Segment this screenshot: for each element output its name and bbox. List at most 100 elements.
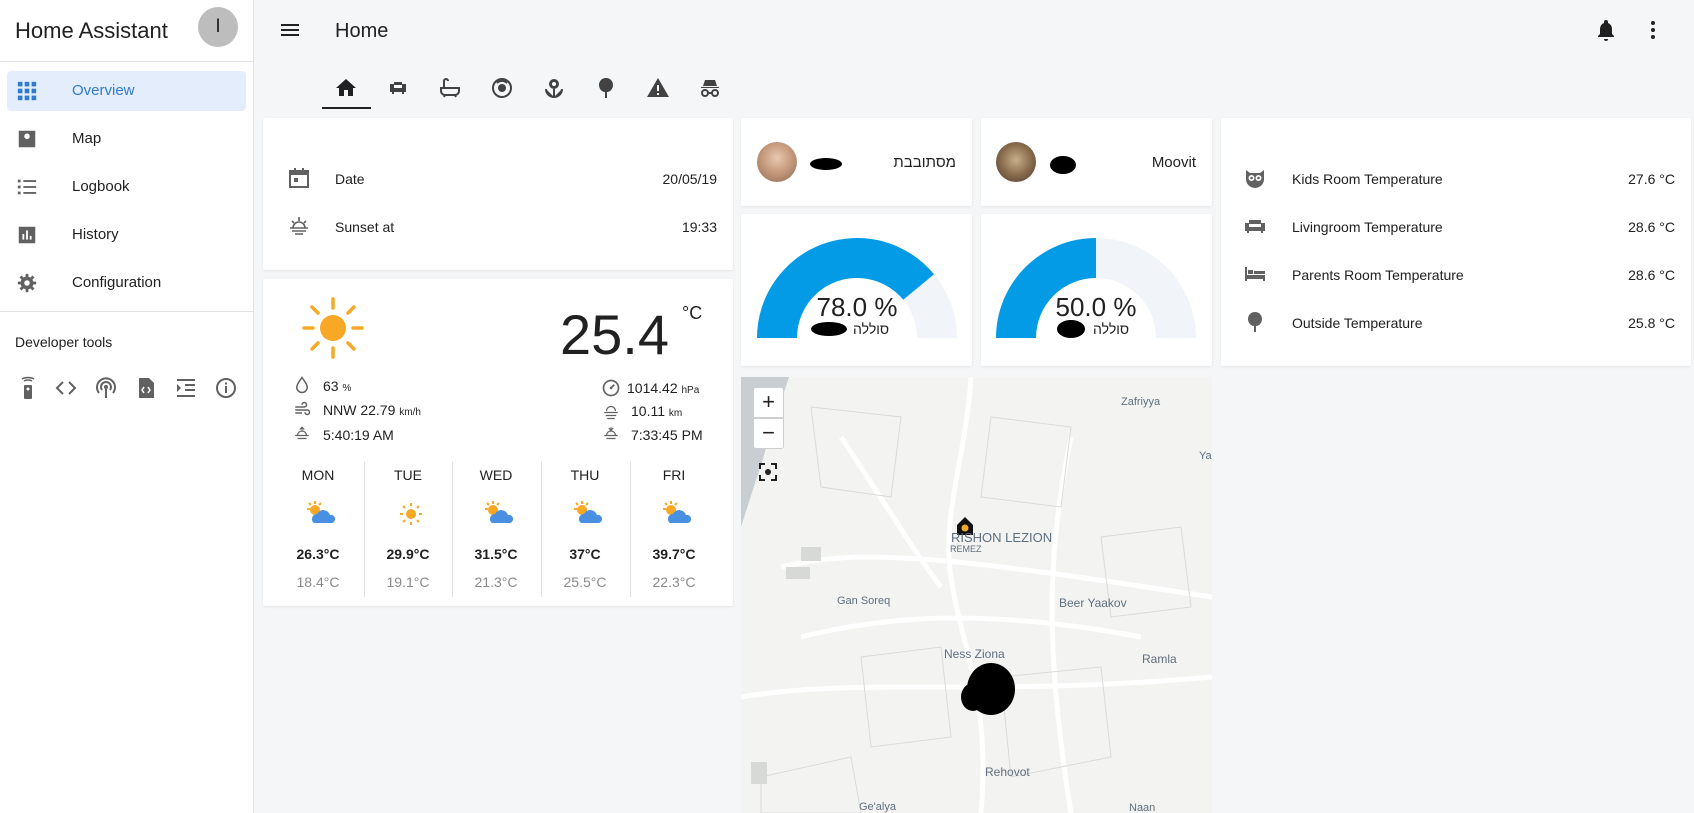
sunset-value: 19:33 [681,219,717,235]
sidebar-item-map[interactable]: Map [7,119,246,159]
sunset-label: Sunset at [335,219,395,235]
tab-living-room[interactable] [374,72,422,110]
forecast-day: THU 37°C 25.5°C [541,462,629,597]
forecast-day: WED 31.5°C 21.3°C [452,462,540,597]
person-card[interactable]: מסתובבת [741,118,972,206]
zoom-in-button[interactable]: + [753,387,784,418]
sidebar-item-label: Overview [72,82,135,99]
menu-icon[interactable] [278,18,302,42]
sunny-icon [302,297,364,359]
forecast-high: 31.5°C [474,546,518,562]
forecast-high: 29.9°C [386,546,430,562]
person-state: מסתובבת [893,154,956,171]
partly-cloudy-icon [307,501,336,523]
forecast-low: 19.1°C [386,574,430,590]
info-icon[interactable] [214,376,238,400]
active-tab-indicator [322,107,371,109]
user-avatar[interactable]: I [198,7,238,47]
tab-vacuum[interactable] [478,72,526,110]
sidebar-item-label: History [72,226,119,243]
date-label: Date [335,171,365,187]
sidebar-item-history[interactable]: History [7,215,246,255]
app-title: Home Assistant [15,18,168,43]
redacted-name [1057,320,1085,338]
forecast-day-name: MON [301,467,335,483]
temperature-unit: °C [682,303,703,323]
sensors-card: Kids Room Temperature 27.6 °C Livingroom… [1221,118,1691,366]
tab-garden[interactable] [530,72,578,110]
gauge-icon [602,379,620,397]
bell-icon[interactable] [1594,18,1618,42]
code-tags-icon[interactable] [54,376,78,400]
account-box-icon [18,130,36,148]
sunrise-icon [295,426,309,440]
gauge-name: סוללה [853,321,890,337]
broadcast-icon[interactable] [94,376,118,400]
forecast-high: 37°C [569,546,601,562]
gauge-fill [757,238,935,338]
map-label: RISHON LEZION [951,530,1053,545]
sunrise-value: 5:40:19 AM [323,427,394,443]
sidebar-item-configuration[interactable]: Configuration [7,263,246,303]
forecast-high: 26.3°C [296,546,340,562]
tab-incognito[interactable] [686,72,734,110]
partly-cloudy-icon [574,501,603,523]
gauge-value: 50.0 % [1055,292,1137,322]
home-icon [336,79,356,96]
zoom-out-button[interactable]: − [753,418,784,449]
bathtub-icon [440,78,460,98]
sunset-small-icon [604,427,618,440]
map-label: Beer Yaakov [1059,596,1127,610]
format-indent-icon[interactable] [174,376,198,400]
tab-home[interactable] [322,72,370,110]
calendar-icon [289,168,309,188]
visibility-unit: km [668,408,683,419]
sidebar-divider [0,311,254,312]
forecast-day-name: WED [479,467,513,483]
remote-icon[interactable] [16,376,40,400]
gauge-name: סוללה [1093,321,1130,337]
sensor-label: Outside Temperature [1292,315,1423,331]
incognito-icon [701,80,719,97]
map-label: Naan [1129,802,1156,813]
sidebar-item-overview[interactable]: Overview [7,71,246,111]
map-label: REMEZ [950,544,982,554]
sidebar-item-logbook[interactable]: Logbook [7,167,246,207]
humidity-number: 63 [323,378,339,394]
person-avatar [996,142,1036,182]
wind-value: NNW 22.79 km/h [323,402,421,418]
developer-tools-title: Developer tools [15,334,113,350]
sidebar-item-label: Configuration [72,274,162,291]
more-vertical-icon[interactable] [1641,18,1665,42]
forecast-day-name: TUE [394,467,422,483]
map[interactable]: Zafriyya Ya RISHON LEZION REMEZ Gan Sore… [741,377,1212,813]
sidebar: Home Assistant I Overview Map Logbook Hi… [0,0,254,813]
gauge-card[interactable]: 78.0 % סוללה [741,214,972,366]
current-temperature: 25.4 [560,303,669,366]
tab-alerts[interactable] [634,72,682,110]
gauge-card[interactable]: 50.0 % סוללה [981,214,1212,366]
partly-cloudy-icon [663,501,692,523]
tab-outside[interactable] [582,72,630,110]
map-label: Rehovot [985,765,1030,779]
tree-icon [599,78,613,98]
forecast-day: FRI 39.7°C 22.3°C [630,462,718,597]
tab-bathroom[interactable] [426,72,474,110]
fit-map-icon[interactable] [756,460,780,484]
file-code-icon[interactable] [134,376,158,400]
map-label: Ya [1199,450,1212,462]
person-state: Moovit [1151,154,1196,171]
wind-unit: km/h [399,407,421,418]
wind-icon [295,401,311,416]
sensor-value: 27.6 °C [1628,171,1675,187]
alert-icon [647,78,669,97]
humidity-value: 63 % [323,378,351,394]
person-card[interactable]: Moovit [981,118,1212,206]
forecast-low: 25.5°C [563,574,607,590]
visibility-number: 10.11 [631,403,665,419]
sofa-icon [1245,220,1265,233]
robot-vacuum-icon [492,78,512,98]
forecast-day-name: THU [570,467,600,483]
sunny-icon [400,503,422,525]
map-label: Ness Ziona [944,647,1005,661]
